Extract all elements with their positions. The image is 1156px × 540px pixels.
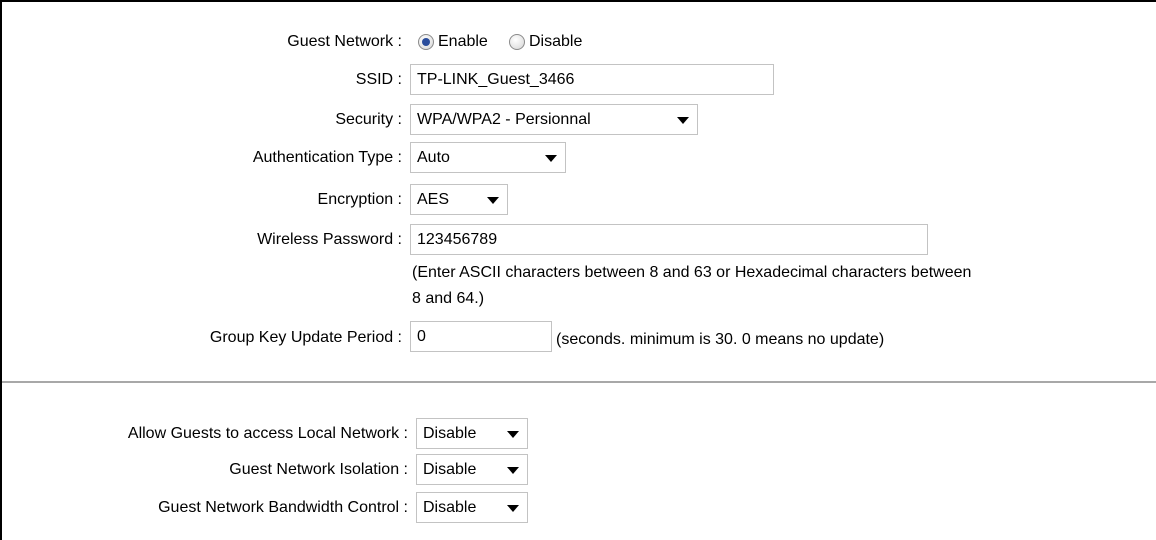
- group-key-input[interactable]: 0: [410, 321, 552, 352]
- wireless-password-input[interactable]: 123456789: [410, 224, 928, 255]
- wireless-password-label: Wireless Password :: [257, 231, 402, 248]
- chevron-down-icon: [487, 197, 499, 204]
- section-divider: [2, 381, 1156, 383]
- chevron-down-icon: [507, 505, 519, 512]
- auth-type-label: Authentication Type :: [252, 149, 402, 166]
- chevron-down-icon: [507, 467, 519, 474]
- encryption-select-value: AES: [417, 191, 450, 208]
- ssid-label: SSID :: [355, 71, 402, 88]
- guest-network-enable-label[interactable]: Enable: [438, 32, 488, 52]
- password-hint-line2: 8 and 64.): [412, 290, 485, 307]
- ssid-input[interactable]: TP-LINK_Guest_3466: [410, 64, 774, 95]
- chevron-down-icon: [545, 155, 557, 162]
- local-access-select[interactable]: Disable: [416, 418, 528, 449]
- security-label: Security :: [335, 111, 402, 128]
- password-hint-line1: (Enter ASCII characters between 8 and 63…: [412, 264, 972, 281]
- local-access-label: Allow Guests to access Local Network :: [127, 425, 408, 442]
- bandwidth-label: Guest Network Bandwidth Control :: [158, 499, 408, 516]
- isolation-select[interactable]: Disable: [416, 454, 528, 485]
- guest-network-enable-radio[interactable]: [418, 34, 434, 50]
- isolation-label: Guest Network Isolation :: [229, 461, 408, 478]
- encryption-select[interactable]: AES: [410, 184, 508, 215]
- auth-type-select-value: Auto: [417, 149, 450, 166]
- guest-network-disable-radio[interactable]: [509, 34, 525, 50]
- guest-network-disable-label[interactable]: Disable: [529, 32, 582, 52]
- isolation-select-value: Disable: [423, 461, 477, 478]
- radio-selected-icon: [422, 38, 430, 46]
- auth-type-select[interactable]: Auto: [410, 142, 566, 173]
- bandwidth-select-value: Disable: [423, 499, 477, 516]
- security-select-value: WPA/WPA2 - Persionnal: [417, 111, 591, 128]
- group-key-label: Group Key Update Period :: [209, 329, 402, 346]
- bandwidth-select[interactable]: Disable: [416, 492, 528, 523]
- guest-network-label: Guest Network :: [287, 33, 402, 50]
- encryption-label: Encryption :: [317, 191, 402, 208]
- local-access-select-value: Disable: [423, 425, 477, 442]
- chevron-down-icon: [677, 117, 689, 124]
- group-key-hint: (seconds. minimum is 30. 0 means no upda…: [556, 331, 885, 348]
- security-select[interactable]: WPA/WPA2 - Persionnal: [410, 104, 698, 135]
- chevron-down-icon: [507, 431, 519, 438]
